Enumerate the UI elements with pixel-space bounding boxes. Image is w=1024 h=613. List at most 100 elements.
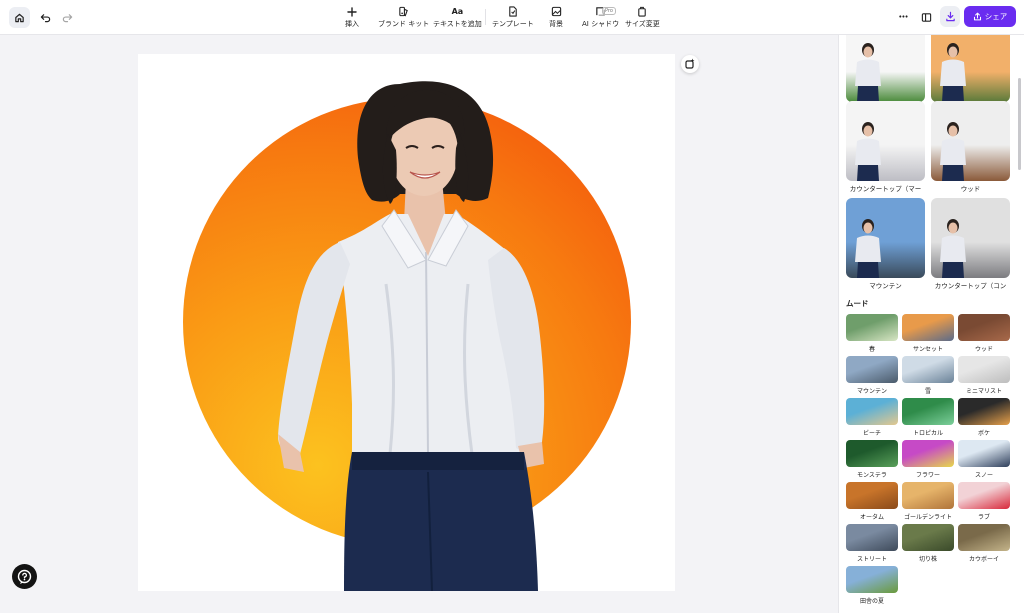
download-icon xyxy=(945,11,955,22)
brand-kit-label: ブランド キット xyxy=(378,20,430,28)
mood-item[interactable]: ストリート xyxy=(846,524,898,563)
add-text-label: テキストを追加 xyxy=(433,20,482,28)
mood-thumbnail xyxy=(902,356,954,383)
person-photo[interactable] xyxy=(138,54,675,591)
mood-item[interactable]: ラブ xyxy=(958,482,1010,521)
help-button[interactable] xyxy=(12,564,37,589)
mood-label: 田舎の夏 xyxy=(859,598,884,605)
text-icon: Aa xyxy=(451,7,464,16)
mood-label: オータム xyxy=(859,514,884,521)
mood-label: ボケ xyxy=(977,430,990,437)
template-icon xyxy=(509,6,517,17)
add-text-tool[interactable]: Aa テキストを追加 xyxy=(433,6,482,29)
mood-item[interactable]: 雪 xyxy=(902,356,954,395)
mood-item[interactable]: トロピカル xyxy=(902,398,954,437)
mood-item[interactable]: サンセット xyxy=(902,314,954,353)
home-button[interactable] xyxy=(9,7,30,28)
mood-thumbnail xyxy=(902,524,954,551)
scene-label: カウンタートップ（コン xyxy=(934,282,1007,290)
mood-item[interactable]: ゴールデンライト xyxy=(902,482,954,521)
scene-item[interactable]: カウンタートップ（マー xyxy=(846,101,925,193)
mood-item[interactable]: ボケ xyxy=(958,398,1010,437)
scene-item[interactable]: カウンタートップ（コン xyxy=(931,198,1010,290)
mood-label: 雪 xyxy=(924,388,931,395)
undo-icon xyxy=(40,13,50,22)
mood-thumbnail xyxy=(958,524,1010,551)
scene-item[interactable]: ウッド xyxy=(931,101,1010,193)
panel-scrollbar[interactable] xyxy=(1018,78,1021,170)
mood-label: トロピカル xyxy=(912,430,943,437)
scene-label: ウッド xyxy=(960,185,981,193)
background-label: 背景 xyxy=(549,20,563,28)
design-canvas[interactable] xyxy=(138,54,675,591)
share-label: シェア xyxy=(984,12,1008,21)
scene-thumbnail xyxy=(846,101,925,181)
mood-thumbnail xyxy=(902,440,954,467)
more-icon: ••• xyxy=(898,13,908,21)
mood-thumbnail xyxy=(902,482,954,509)
background-icon xyxy=(551,6,561,17)
mood-label: マウンテン xyxy=(856,388,887,395)
top-toolbar: 挿入 ブランド キット Aa テキストを追加 テンプレート 背景 AI シャドウ… xyxy=(0,0,1024,35)
mood-item[interactable]: カウボーイ xyxy=(958,524,1010,563)
share-button[interactable]: シェア xyxy=(964,6,1016,27)
mood-item[interactable]: ウッド xyxy=(958,314,1010,353)
mood-label: ウッド xyxy=(974,346,993,353)
mood-thumbnail xyxy=(846,482,898,509)
brand-kit-tool[interactable]: ブランド キット xyxy=(378,6,429,29)
mood-thumbnail xyxy=(958,440,1010,467)
help-icon xyxy=(17,569,32,584)
insert-tool-label: 挿入 xyxy=(345,20,359,28)
toolbar-divider xyxy=(485,9,486,25)
ai-edit-button[interactable] xyxy=(681,55,699,73)
mood-item[interactable]: ビーチ xyxy=(846,398,898,437)
mood-thumbnail xyxy=(902,314,954,341)
template-tool[interactable]: テンプレート xyxy=(492,6,534,29)
mood-item[interactable]: ミニマリスト xyxy=(958,356,1010,395)
template-label: テンプレート xyxy=(492,20,534,28)
brand-kit-icon xyxy=(399,6,408,17)
scene-thumbnail xyxy=(931,35,1010,102)
undo-button[interactable] xyxy=(36,8,54,26)
pro-badge: Pro xyxy=(602,7,616,15)
panel-icon xyxy=(921,12,931,22)
mood-thumbnail xyxy=(846,356,898,383)
mood-item[interactable]: 切り株 xyxy=(902,524,954,563)
background-tool[interactable]: 背景 xyxy=(549,6,563,29)
scene-thumbnail xyxy=(931,101,1010,181)
mood-thumbnail xyxy=(846,314,898,341)
mood-item[interactable]: 田舎の夏 xyxy=(846,566,898,605)
mood-thumbnail xyxy=(846,524,898,551)
mood-label: 切り株 xyxy=(918,556,937,563)
mood-section-title: ムード xyxy=(846,299,869,308)
mood-item[interactable]: スノー xyxy=(958,440,1010,479)
mood-item[interactable]: モンステラ xyxy=(846,440,898,479)
mood-thumbnail xyxy=(902,398,954,425)
mood-item[interactable]: マウンテン xyxy=(846,356,898,395)
insert-tool[interactable]: 挿入 xyxy=(345,6,359,29)
mood-thumbnail xyxy=(958,482,1010,509)
share-icon xyxy=(973,12,981,21)
mood-item[interactable]: フラワー xyxy=(902,440,954,479)
mood-thumbnail xyxy=(958,314,1010,341)
resize-tool[interactable]: サイズ変更 xyxy=(625,6,660,29)
panel-toggle-button[interactable] xyxy=(918,9,934,25)
mood-label: ゴールデンライト xyxy=(903,514,952,521)
mood-label: 春 xyxy=(868,346,875,353)
scene-item[interactable]: マウンテン xyxy=(846,198,925,290)
mood-item[interactable]: オータム xyxy=(846,482,898,521)
scene-thumbnail xyxy=(846,35,925,102)
mood-thumbnail xyxy=(958,398,1010,425)
scene-thumbnail xyxy=(846,198,925,278)
ai-shadow-label: AI シャドウ xyxy=(582,20,620,28)
mood-label: ミニマリスト xyxy=(965,388,1002,395)
redo-button[interactable] xyxy=(58,8,76,26)
mood-item[interactable]: 春 xyxy=(846,314,898,353)
redo-icon xyxy=(62,13,72,22)
mood-label: モンステラ xyxy=(857,472,887,479)
mood-label: カウボーイ xyxy=(968,556,999,563)
resize-icon xyxy=(638,6,647,17)
download-button[interactable] xyxy=(940,6,960,27)
mood-label: フラワー xyxy=(915,472,940,479)
more-button[interactable]: ••• xyxy=(895,9,911,25)
